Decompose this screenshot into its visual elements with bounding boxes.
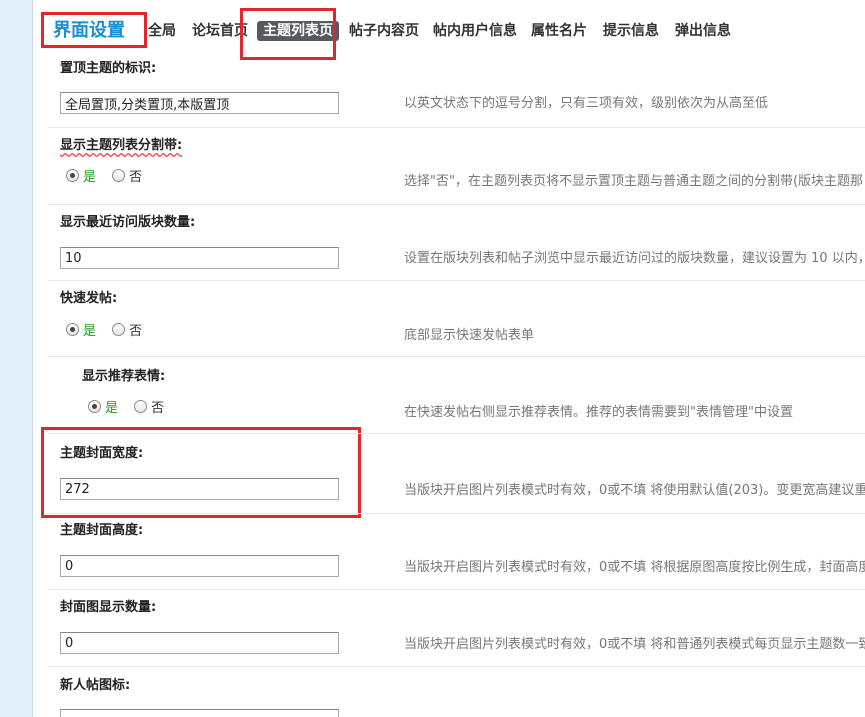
sticky-ident-label: 置顶主题的标识:	[60, 61, 157, 76]
separator-yes-radio[interactable]	[66, 169, 79, 182]
row-divider	[48, 204, 865, 205]
recent-forums-input[interactable]	[60, 247, 339, 269]
row-divider	[48, 433, 865, 434]
separator-yes-label[interactable]: 是	[83, 170, 96, 185]
cover-width-input[interactable]	[60, 478, 339, 500]
new-post-icon-label: 新人帖图标:	[60, 678, 131, 693]
cover-count-label: 封面图显示数量:	[60, 600, 157, 615]
separator-label: 显示主题列表分割带:	[60, 137, 182, 155]
quick-post-no-label[interactable]: 否	[129, 324, 142, 339]
recent-forums-label: 显示最近访问版块数量:	[60, 215, 196, 230]
row-divider	[48, 666, 865, 667]
new-post-icon-input[interactable]	[60, 709, 339, 717]
separator-radio-group: 是 否	[66, 168, 154, 188]
quick-post-yes-radio[interactable]	[66, 323, 79, 336]
row-divider	[48, 127, 865, 128]
tab-profile-card[interactable]: 属性名片	[531, 21, 587, 41]
quick-post-radio-group: 是 否	[66, 322, 154, 342]
row-divider	[48, 280, 865, 281]
separator-no-radio[interactable]	[112, 169, 126, 182]
annotation-box-cover-width	[41, 427, 361, 518]
recommend-smilies-hint: 在快速发帖右侧显示推荐表情。推荐的表情需要到"表情管理"中设置	[404, 405, 793, 420]
quick-post-hint: 底部显示快速发帖表单	[404, 328, 535, 343]
recommend-smilies-label: 显示推荐表情:	[82, 369, 166, 384]
row-divider	[48, 589, 865, 590]
cover-count-input[interactable]	[60, 632, 339, 654]
tab-global[interactable]: 全局	[148, 21, 176, 41]
quick-post-no-radio[interactable]	[112, 323, 126, 336]
tab-post-content[interactable]: 帖子内容页	[349, 21, 419, 41]
recommend-smilies-yes-label[interactable]: 是	[105, 401, 118, 416]
separator-hint: 选择"否"，在主题列表页将不显示置顶主题与普通主题之间的分割带(版块主题那	[404, 174, 864, 189]
recommend-smilies-yes-radio[interactable]	[88, 400, 101, 413]
tab-forum-index[interactable]: 论坛首页	[192, 21, 248, 41]
page-title: 界面设置	[53, 20, 125, 41]
recommend-smilies-radio-group: 是 否	[88, 399, 176, 419]
quick-post-label: 快速发帖:	[60, 291, 118, 306]
recent-forums-hint: 设置在版块列表和帖子浏览中显示最近访问过的版块数量，建议设置为 10 以内，	[404, 251, 865, 266]
left-sidebar-strip	[0, 0, 32, 717]
recommend-smilies-no-radio[interactable]	[134, 400, 148, 413]
separator-no-label[interactable]: 否	[129, 170, 142, 185]
sticky-ident-input[interactable]	[60, 92, 339, 114]
separator-label-text: 显示主题列表分割带:	[60, 138, 183, 153]
recommend-smilies-no-label[interactable]: 否	[151, 401, 164, 416]
cover-count-hint: 当版块开启图片列表模式时有效，0或不填 将和普通列表模式每页显示主题数一致	[404, 637, 865, 652]
cover-width-hint: 当版块开启图片列表模式时有效，0或不填 将使用默认值(203)。变更宽高建议重	[404, 483, 865, 498]
quick-post-yes-label[interactable]: 是	[83, 324, 96, 339]
cover-height-input[interactable]	[60, 555, 339, 577]
tab-tips[interactable]: 提示信息	[603, 21, 659, 41]
tab-popup[interactable]: 弹出信息	[675, 21, 731, 41]
tab-thread-list[interactable]: 主题列表页	[257, 21, 339, 41]
sticky-ident-hint: 以英文状态下的逗号分割，只有三项有效，级别依次为从高至低	[404, 96, 769, 111]
cover-width-label: 主题封面宽度:	[60, 446, 144, 461]
row-divider	[48, 356, 865, 357]
row-divider	[48, 513, 865, 514]
left-border	[32, 0, 33, 717]
cover-height-hint: 当版块开启图片列表模式时有效，0或不填 将根据原图高度按比例生成，封面高度	[404, 560, 865, 575]
settings-tabs-bar: 界面设置 全局 论坛首页 主题列表页 帖子内容页 帖内用户信息 属性名片 提示信…	[33, 0, 865, 58]
cover-height-label: 主题封面高度:	[60, 523, 144, 538]
tab-post-user-info[interactable]: 帖内用户信息	[433, 21, 517, 41]
